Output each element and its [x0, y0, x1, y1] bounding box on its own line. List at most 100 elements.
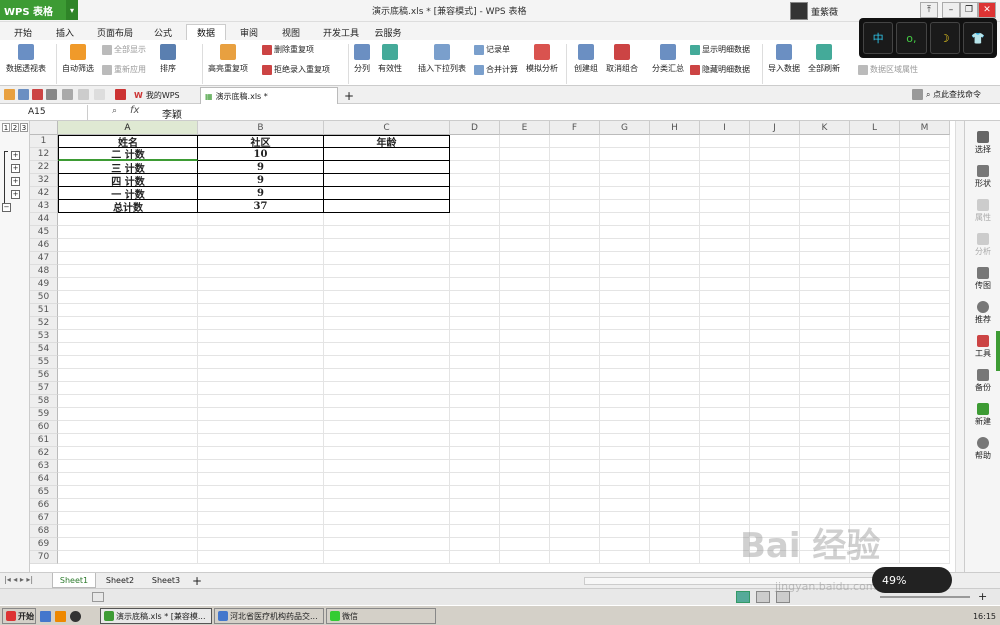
cell-g70[interactable] [600, 551, 650, 564]
column-header-j[interactable]: J [750, 121, 800, 135]
cell-f66[interactable] [550, 499, 600, 512]
validity-button[interactable]: 有效性 [378, 44, 402, 74]
cell-g22[interactable] [600, 161, 650, 174]
app-icon[interactable] [55, 611, 66, 622]
cell-e46[interactable] [500, 239, 550, 252]
column-header-a[interactable]: A [58, 121, 198, 135]
cell-a64[interactable] [58, 473, 198, 486]
moon-icon[interactable]: ☽ [929, 22, 960, 54]
cell-e69[interactable] [500, 538, 550, 551]
cell-c64[interactable] [324, 473, 450, 486]
taskbar-item-wechat[interactable]: 微信 [326, 608, 436, 624]
cell-a44[interactable] [58, 213, 198, 226]
cell-d22[interactable] [450, 161, 500, 174]
cell-k52[interactable] [800, 317, 850, 330]
cell-f51[interactable] [550, 304, 600, 317]
cell-a57[interactable] [58, 382, 198, 395]
cell-b52[interactable] [198, 317, 324, 330]
row-header[interactable]: 50 [30, 291, 58, 304]
cell-h12[interactable] [650, 148, 700, 161]
cell-f22[interactable] [550, 161, 600, 174]
cell-k48[interactable] [800, 265, 850, 278]
row-header[interactable]: 59 [30, 408, 58, 421]
cell-l53[interactable] [850, 330, 900, 343]
cell-l50[interactable] [850, 291, 900, 304]
cell-d42[interactable] [450, 187, 500, 200]
cell-l55[interactable] [850, 356, 900, 369]
row-header[interactable]: 49 [30, 278, 58, 291]
cell-h63[interactable] [650, 460, 700, 473]
close-button[interactable]: ✕ [978, 2, 996, 18]
import-data-button[interactable]: 导入数据 [768, 44, 800, 74]
cell-c45[interactable] [324, 226, 450, 239]
cell-g64[interactable] [600, 473, 650, 486]
cell-l32[interactable] [850, 174, 900, 187]
cell-g49[interactable] [600, 278, 650, 291]
cell-j22[interactable] [750, 161, 800, 174]
redo-icon[interactable] [94, 89, 105, 100]
cell-i44[interactable] [700, 213, 750, 226]
column-header-f[interactable]: F [550, 121, 600, 135]
cell-m50[interactable] [900, 291, 950, 304]
cell-d45[interactable] [450, 226, 500, 239]
add-sheet-button[interactable]: + [190, 573, 204, 588]
cell-e68[interactable] [500, 525, 550, 538]
taskbar-item-wps[interactable]: 演示底稿.xls * [兼容模... [100, 608, 212, 624]
cell-k1[interactable] [800, 135, 850, 148]
row-header[interactable]: 56 [30, 369, 58, 382]
cell-l63[interactable] [850, 460, 900, 473]
cell-h61[interactable] [650, 434, 700, 447]
cell-a54[interactable] [58, 343, 198, 356]
page-break-view-icon[interactable] [756, 591, 770, 603]
cell-m42[interactable] [900, 187, 950, 200]
row-header[interactable]: 51 [30, 304, 58, 317]
expand-button[interactable]: + [11, 190, 20, 199]
cell-g12[interactable] [600, 148, 650, 161]
merge-calc-button[interactable]: 合并计算 [474, 64, 518, 75]
cell-b54[interactable] [198, 343, 324, 356]
cell-m62[interactable] [900, 447, 950, 460]
cell-m52[interactable] [900, 317, 950, 330]
row-header[interactable]: 22 [30, 161, 58, 174]
cell-i12[interactable] [700, 148, 750, 161]
cell-j43[interactable] [750, 200, 800, 213]
cell-h48[interactable] [650, 265, 700, 278]
cell-d67[interactable] [450, 512, 500, 525]
cell-m45[interactable] [900, 226, 950, 239]
cell-f54[interactable] [550, 343, 600, 356]
highlight-duplicates-button[interactable]: 高亮重复项 [208, 44, 248, 74]
cell-e51[interactable] [500, 304, 550, 317]
cell-k54[interactable] [800, 343, 850, 356]
cell-l49[interactable] [850, 278, 900, 291]
tab-cloud[interactable]: 云服务 [368, 24, 408, 40]
row-header[interactable]: 32 [30, 174, 58, 187]
cell-m64[interactable] [900, 473, 950, 486]
cell-b49[interactable] [198, 278, 324, 291]
cell-d12[interactable] [450, 148, 500, 161]
cell-h49[interactable] [650, 278, 700, 291]
cell-d51[interactable] [450, 304, 500, 317]
cell-k61[interactable] [800, 434, 850, 447]
cell-k47[interactable] [800, 252, 850, 265]
cell-m1[interactable] [900, 135, 950, 148]
cell-f64[interactable] [550, 473, 600, 486]
cell-e42[interactable] [500, 187, 550, 200]
cell-h52[interactable] [650, 317, 700, 330]
cell-i53[interactable] [700, 330, 750, 343]
cell-m58[interactable] [900, 395, 950, 408]
cell-h42[interactable] [650, 187, 700, 200]
cell-e60[interactable] [500, 421, 550, 434]
cell-b48[interactable] [198, 265, 324, 278]
cell-h57[interactable] [650, 382, 700, 395]
new-tab-button[interactable]: + [340, 87, 358, 104]
expand-button[interactable]: + [11, 177, 20, 186]
refresh-all-button[interactable]: 全部刷新 [808, 44, 840, 74]
cell-k58[interactable] [800, 395, 850, 408]
cell-i54[interactable] [700, 343, 750, 356]
cell-b56[interactable] [198, 369, 324, 382]
cell-l58[interactable] [850, 395, 900, 408]
cell-a60[interactable] [58, 421, 198, 434]
cell-c69[interactable] [324, 538, 450, 551]
pivot-table-button[interactable]: 数据透视表 [6, 44, 46, 74]
cell-k55[interactable] [800, 356, 850, 369]
